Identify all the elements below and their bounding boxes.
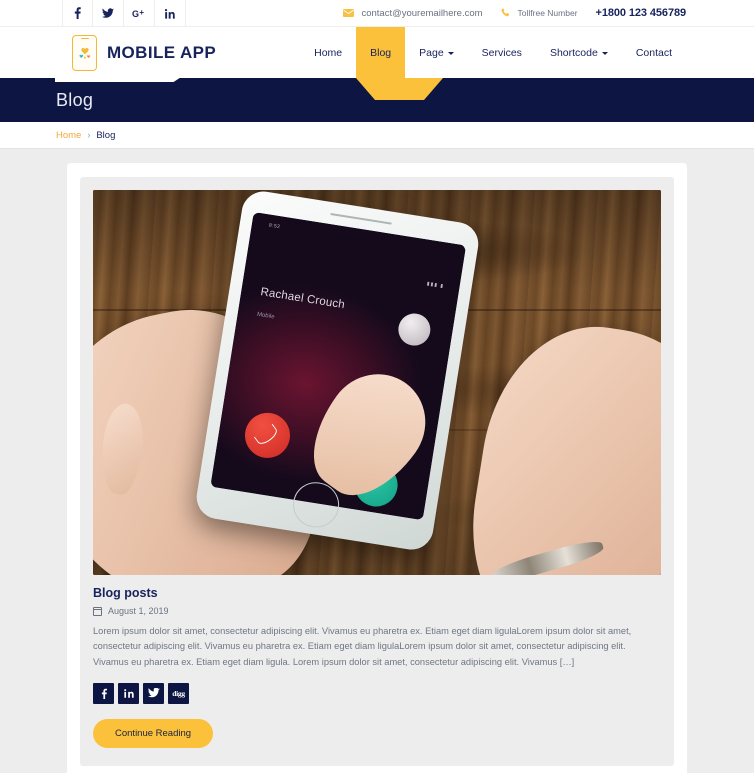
blog-post-card: 8:52 ▮▮▮ ▮ Rachael Crouch Mobile Blog po… bbox=[80, 177, 674, 766]
phone-status-time: 8:52 bbox=[268, 222, 281, 231]
top-bar-social-links: G + bbox=[62, 0, 186, 26]
top-bar: G + contact@youremailhere.com Tollfree Nu… bbox=[0, 0, 754, 27]
site-header: MOBILE APP Home Blog Page Services Short… bbox=[0, 27, 754, 100]
chevron-down-icon bbox=[601, 52, 608, 55]
mobile-heart-logo-icon bbox=[72, 34, 97, 71]
site-logo[interactable]: MOBILE APP bbox=[72, 34, 217, 71]
nav-label: Home bbox=[314, 46, 343, 59]
post-title[interactable]: Blog posts bbox=[93, 586, 661, 600]
caller-name: Rachael Crouch bbox=[259, 286, 346, 312]
chevron-down-icon bbox=[447, 52, 454, 55]
page-title: Blog bbox=[56, 89, 94, 110]
phone-icon bbox=[500, 8, 511, 18]
content-wrapper: 8:52 ▮▮▮ ▮ Rachael Crouch Mobile Blog po… bbox=[67, 163, 687, 773]
linkedin-share-icon[interactable] bbox=[118, 682, 139, 704]
post-excerpt: Lorem ipsum dolor sit amet, consectetur … bbox=[93, 626, 632, 667]
twitter-share-icon[interactable] bbox=[143, 682, 164, 704]
nav-label: Page bbox=[419, 46, 444, 59]
calendar-icon bbox=[93, 606, 102, 616]
nav-item-page[interactable]: Page bbox=[405, 27, 468, 78]
nav-item-services[interactable]: Services bbox=[468, 27, 536, 78]
phone-speaker bbox=[330, 213, 393, 226]
nav-item-contact[interactable]: Contact bbox=[622, 27, 686, 78]
post-meta: August 1, 2019 bbox=[93, 606, 661, 616]
digg-label: digg bbox=[172, 688, 185, 698]
nav-item-shortcode[interactable]: Shortcode bbox=[536, 27, 622, 78]
breadcrumb-home-link[interactable]: Home bbox=[56, 130, 81, 141]
caller-avatar bbox=[395, 311, 433, 349]
nav-label: Contact bbox=[635, 46, 672, 59]
phone-number[interactable]: +1800 123 456789 bbox=[596, 7, 687, 19]
phone-label: Tollfree Number bbox=[517, 8, 578, 18]
top-bar-contact-info: contact@youremailhere.com Tollfree Numbe… bbox=[343, 0, 686, 26]
facebook-share-icon[interactable] bbox=[93, 682, 114, 704]
digg-share-icon[interactable]: digg bbox=[168, 682, 189, 704]
banner-wedge-decoration bbox=[55, 78, 207, 82]
page-background: 8:52 ▮▮▮ ▮ Rachael Crouch Mobile Blog po… bbox=[0, 149, 754, 773]
breadcrumb-bar: Home › Blog bbox=[0, 122, 754, 149]
phone-status-icons: ▮▮▮ ▮ bbox=[426, 281, 445, 291]
social-share-row: digg bbox=[93, 682, 661, 704]
post-featured-image[interactable]: 8:52 ▮▮▮ ▮ Rachael Crouch Mobile bbox=[93, 190, 661, 575]
envelope-icon bbox=[343, 9, 355, 17]
nav-item-blog[interactable]: Blog bbox=[356, 27, 444, 100]
svg-text:+: + bbox=[139, 8, 144, 17]
main-navigation: Home Blog Page Services Shortcode Contac… bbox=[300, 27, 686, 100]
post-date: August 1, 2019 bbox=[108, 606, 169, 616]
email-contact[interactable]: contact@youremailhere.com bbox=[343, 7, 483, 19]
email-address: contact@youremailhere.com bbox=[361, 7, 483, 19]
breadcrumb-current: Blog bbox=[96, 129, 116, 141]
nav-label: Shortcode bbox=[549, 46, 598, 59]
decline-call-button bbox=[241, 410, 293, 462]
nav-item-home[interactable]: Home bbox=[300, 27, 356, 78]
twitter-icon[interactable] bbox=[93, 0, 124, 26]
nav-label: Services bbox=[481, 46, 522, 59]
continue-reading-button[interactable]: Continue Reading bbox=[93, 718, 214, 748]
nav-label: Blog bbox=[370, 46, 392, 59]
svg-text:G: G bbox=[132, 9, 139, 19]
facebook-icon[interactable] bbox=[62, 0, 93, 26]
left-thumb bbox=[98, 401, 146, 497]
breadcrumb: Home › Blog bbox=[56, 130, 115, 141]
caller-type: Mobile bbox=[256, 312, 275, 322]
phone-contact[interactable]: Tollfree Number bbox=[500, 8, 578, 18]
linkedin-icon[interactable] bbox=[155, 0, 186, 26]
breadcrumb-separator: › bbox=[87, 130, 91, 140]
logo-text: MOBILE APP bbox=[107, 42, 217, 62]
google-plus-icon[interactable]: G + bbox=[124, 0, 155, 26]
